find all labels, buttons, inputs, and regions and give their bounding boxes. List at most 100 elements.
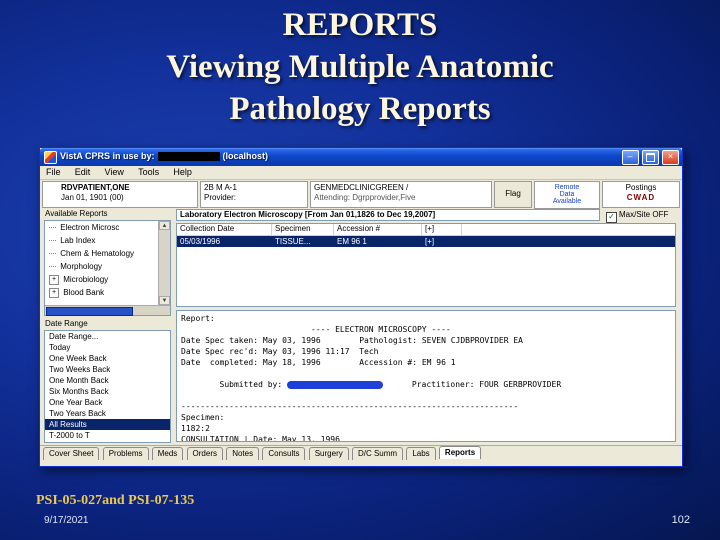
tab-meds[interactable]: Meds xyxy=(151,447,184,460)
tab-consults[interactable]: Consults xyxy=(262,447,306,460)
tree-item-label: Electron Microsc xyxy=(60,223,120,232)
menu-help[interactable]: Help xyxy=(167,166,198,178)
window-title: VistA CPRS in use by: (localhost) xyxy=(60,151,269,162)
tree-item-morphology[interactable]: Morphology xyxy=(45,260,170,273)
title-line-1: REPORTS xyxy=(282,7,438,43)
result-row-selected[interactable]: 05/03/1996 TISSUE... EM 96 1 [+] xyxy=(177,236,675,247)
tree-horizontal-scrollbar[interactable] xyxy=(45,305,170,316)
column-specimen[interactable]: Specimen xyxy=(272,224,334,235)
tab-cover-sheet[interactable]: Cover Sheet xyxy=(43,447,100,460)
date-range-item[interactable]: Two Years Back xyxy=(45,408,170,419)
checkbox-icon[interactable]: ✓ xyxy=(606,212,617,223)
date-range-item[interactable]: One Month Back xyxy=(45,375,170,386)
patient-name-cell[interactable]: RDVPATIENT,ONE Jan 01, 1901 (00) xyxy=(42,181,198,208)
flag-button[interactable]: Flag xyxy=(494,181,532,208)
menu-edit[interactable]: Edit xyxy=(69,166,97,178)
visit-location-cell[interactable]: 2B M A-1 Provider: xyxy=(200,181,308,208)
menu-view[interactable]: View xyxy=(99,166,130,178)
close-button[interactable]: × xyxy=(662,150,679,165)
attending-provider: Attending: Dgrpprovider,Five xyxy=(314,193,416,202)
redaction-box xyxy=(157,152,220,162)
report-line: Date Spec taken: May 03, 1996 Pathologis… xyxy=(181,336,523,345)
menu-bar: File Edit View Tools Help xyxy=(40,166,682,180)
tab-orders[interactable]: Orders xyxy=(186,447,223,460)
date-range-item[interactable]: Two Weeks Back xyxy=(45,364,170,375)
report-text-area[interactable]: Report: ---- ELECTRON MICROSCOPY ---- Da… xyxy=(176,310,676,442)
column-collection-date[interactable]: Collection Date xyxy=(177,224,272,235)
tree-item-blood-bank[interactable]: + Blood Bank xyxy=(45,286,170,299)
report-line: CONSULTATION | Date: May 13, 1996 xyxy=(181,435,340,442)
date-range-item[interactable]: One Year Back xyxy=(45,397,170,408)
column-accession[interactable]: Accession # xyxy=(334,224,422,235)
cell-accession: EM 96 1 xyxy=(337,237,367,246)
window-titlebar[interactable]: VistA CPRS in use by: (localhost) – × xyxy=(40,148,682,166)
column-extra[interactable]: [+] xyxy=(422,224,462,235)
tree-item-label: Lab Index xyxy=(60,236,96,245)
window-controls: – × xyxy=(621,150,679,165)
tab-reports[interactable]: Reports xyxy=(438,446,482,459)
report-line: 1182:2 xyxy=(181,424,210,433)
slide-title: REPORTS Viewing Multiple Anatomic Pathol… xyxy=(0,4,720,130)
date-range-item[interactable]: Date Range... xyxy=(45,331,170,342)
maximize-icon xyxy=(645,153,655,162)
patient-info-bar: RDVPATIENT,ONE Jan 01, 1901 (00) 2B M A-… xyxy=(40,180,682,209)
patient-icon xyxy=(46,185,58,202)
tab-notes[interactable]: Notes xyxy=(226,447,260,460)
minimize-button[interactable]: – xyxy=(621,150,639,165)
tree-item-label: Chem & Hematology xyxy=(60,249,135,258)
tree-item-lab-index[interactable]: Lab Index xyxy=(45,234,170,247)
tree-branch-icon xyxy=(49,266,56,268)
submitted-by-label: Submitted by: xyxy=(219,380,287,389)
cell-extra: [+] xyxy=(425,237,435,246)
date-range-label: Date Range xyxy=(45,319,88,328)
remote-data-button[interactable]: Remote Data Available xyxy=(534,181,600,209)
slide-number: 102 xyxy=(671,514,690,526)
date-range-item[interactable]: T-2000 to T xyxy=(45,430,170,441)
tree-item-label: Blood Bank xyxy=(63,288,105,297)
menu-tools[interactable]: Tools xyxy=(132,166,165,178)
maximize-button[interactable] xyxy=(641,150,659,165)
chart-tabs: Cover Sheet Problems Meds Orders Notes C… xyxy=(40,445,682,461)
max-site-toggle[interactable]: ✓ Max/Site OFF xyxy=(606,209,676,223)
clinic-cell[interactable]: GENMEDCLINICGREEN / Attending: Dgrpprovi… xyxy=(310,181,492,208)
remote-line-2: Data xyxy=(559,191,575,198)
tab-problems[interactable]: Problems xyxy=(102,447,149,460)
tree-branch-icon xyxy=(49,227,56,229)
menu-file[interactable]: File xyxy=(40,166,67,178)
report-line: Date completed: May 18, 1996 Accession #… xyxy=(181,358,456,367)
tree-item-microbiology[interactable]: + Microbiology xyxy=(45,273,170,286)
date-range-item[interactable]: One Week Back xyxy=(45,353,170,364)
title-line-2: Viewing Multiple Anatomic xyxy=(166,49,554,85)
tree-item-label: Morphology xyxy=(60,262,103,271)
cprs-window: VistA CPRS in use by: (localhost) – × Fil… xyxy=(39,147,683,467)
scrollbar-thumb[interactable] xyxy=(46,307,133,316)
grid-header-row: Collection Date Specimen Accession # [+] xyxy=(177,224,675,236)
scroll-up-icon[interactable]: ▲ xyxy=(159,221,170,230)
date-range-item-selected[interactable]: All Results xyxy=(45,419,170,430)
tab-surgery[interactable]: Surgery xyxy=(308,447,349,460)
expand-plus-icon[interactable]: + xyxy=(49,287,59,298)
tree-vertical-scrollbar[interactable]: ▲ ▼ xyxy=(158,221,170,305)
date-range-list: Date Range... Today One Week Back Two We… xyxy=(44,330,171,443)
patient-name: RDVPATIENT,ONE xyxy=(61,183,130,192)
clinic-name: GENMEDCLINICGREEN / xyxy=(314,183,409,192)
window-title-prefix: VistA CPRS in use by: xyxy=(60,151,155,161)
postings-cell[interactable]: Postings CWAD xyxy=(602,181,680,208)
window-title-suffix: (localhost) xyxy=(222,151,269,161)
slide-date: 9/17/2021 xyxy=(44,515,89,526)
expand-plus-icon[interactable]: + xyxy=(49,274,59,285)
tab-dc-summ[interactable]: D/C Summ xyxy=(351,447,404,460)
scroll-down-icon[interactable]: ▼ xyxy=(159,296,170,305)
date-range-item[interactable]: Six Months Back xyxy=(45,386,170,397)
tab-labs[interactable]: Labs xyxy=(406,447,436,460)
tree-item-label: Microbiology xyxy=(63,275,109,284)
available-reports-tree: Electron Microsc Lab Index Chem & Hemato… xyxy=(44,220,171,316)
tree-item-chem-hematology[interactable]: Chem & Hematology xyxy=(45,247,170,260)
report-line: Date Spec rec'd: May 03, 1996 11:17 Tech xyxy=(181,347,379,356)
postings-label: Postings xyxy=(625,183,657,192)
practitioner-text: Practitioner: FOUR GERBPROVIDER xyxy=(382,380,562,389)
tree-branch-icon xyxy=(49,253,56,255)
cell-specimen: TISSUE... xyxy=(275,237,311,246)
tree-item-electron-microscopy[interactable]: Electron Microsc xyxy=(45,221,170,234)
date-range-item[interactable]: Today xyxy=(45,342,170,353)
